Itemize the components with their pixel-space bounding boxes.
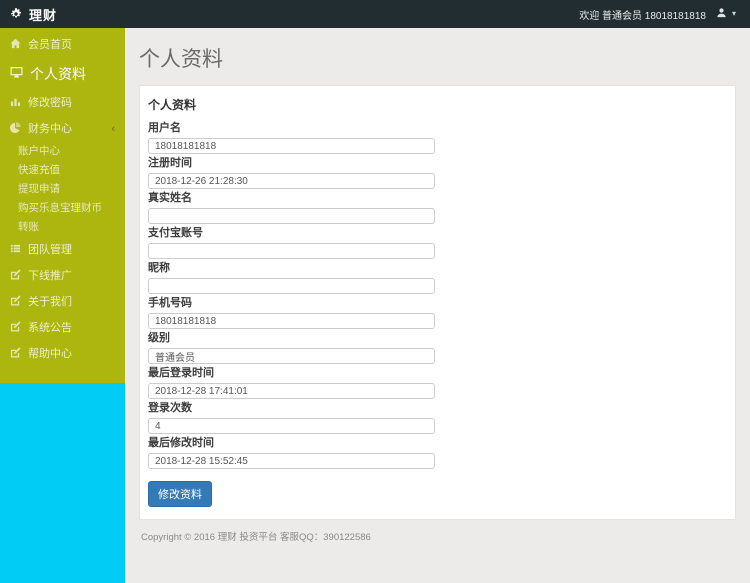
sidebar-subitem-account-center[interactable]: 账户中心	[0, 142, 125, 161]
sidebar-item-label: 快速充值	[18, 164, 60, 176]
welcome-text: 欢迎 普通会员 18018181818	[579, 10, 706, 22]
form-group-nickname: 昵称	[148, 263, 727, 294]
gear-icon	[10, 8, 22, 20]
sidebar-subitem-transfer[interactable]: 转账	[0, 218, 125, 237]
sidebar-item-label: 提现申请	[18, 183, 60, 195]
last-modified-time-field[interactable]	[148, 453, 435, 469]
sidebar-item-about-us[interactable]: 关于我们	[0, 289, 125, 315]
desktop-icon	[10, 66, 23, 82]
real-name-field[interactable]	[148, 208, 435, 224]
sidebar: 会员首页 个人资料 修改密码 财务中心 ‹ 账户中心 快速充值 提现申请 购买乐…	[0, 28, 125, 583]
sidebar-item-member-home[interactable]: 会员首页	[0, 32, 125, 58]
main-content: 个人资料 个人资料 用户名 注册时间 真实姓名 支付宝账号 昵称 手机号码 级	[125, 28, 750, 583]
sidebar-subitem-quick-recharge[interactable]: 快速充值	[0, 161, 125, 180]
field-label: 手机号码	[148, 297, 192, 309]
topbar: 理财 欢迎 普通会员 18018181818 ▾	[0, 0, 750, 28]
brand-label: 理财	[29, 7, 58, 23]
alipay-account-field[interactable]	[148, 243, 435, 259]
pie-chart-icon	[10, 122, 21, 136]
user-menu[interactable]: ▾	[716, 7, 736, 21]
form-group-phone-number: 手机号码	[148, 298, 727, 329]
angle-left-icon: ‹	[111, 123, 115, 135]
panel-title: 个人资料	[148, 98, 197, 112]
list-icon	[10, 243, 21, 257]
form-group-member-level: 级别	[148, 333, 727, 364]
form-group-login-count: 登录次数	[148, 403, 727, 434]
field-label: 昵称	[148, 262, 170, 274]
modify-profile-button[interactable]: 修改资料	[148, 481, 212, 507]
sidebar-item-label: 财务中心	[28, 123, 72, 135]
nickname-field[interactable]	[148, 278, 435, 294]
field-label: 级别	[148, 332, 170, 344]
sidebar-menu: 会员首页 个人资料 修改密码 财务中心 ‹ 账户中心 快速充值 提现申请 购买乐…	[0, 28, 125, 383]
register-time-field[interactable]	[148, 173, 435, 189]
caret-down-icon: ▾	[731, 9, 736, 18]
field-label: 用户名	[148, 122, 181, 134]
form-group-last-modified-time: 最后修改时间	[148, 438, 727, 469]
brand[interactable]: 理财	[0, 0, 67, 28]
edit-icon	[10, 347, 21, 361]
sidebar-item-label: 系统公告	[28, 322, 72, 334]
username-field[interactable]	[148, 138, 435, 154]
field-label: 注册时间	[148, 157, 192, 169]
field-label: 最后修改时间	[148, 437, 214, 449]
sidebar-item-label: 账户中心	[18, 145, 60, 157]
finance-submenu: 账户中心 快速充值 提现申请 购买乐息宝理财币 转账	[0, 142, 125, 237]
sidebar-item-label: 下线推广	[28, 270, 72, 282]
form-group-username: 用户名	[148, 123, 727, 154]
field-label: 真实姓名	[148, 192, 192, 204]
sidebar-item-label: 帮助中心	[28, 348, 72, 360]
footer-text: Copyright © 2016 理财 投资平台 客服QQ：390122586	[141, 532, 371, 543]
edit-icon	[10, 295, 21, 309]
form-group-register-time: 注册时间	[148, 158, 727, 189]
form-group-alipay-account: 支付宝账号	[148, 228, 727, 259]
sidebar-item-profile[interactable]: 个人资料	[0, 58, 125, 90]
sidebar-item-system-announcements[interactable]: 系统公告	[0, 315, 125, 341]
sidebar-item-label: 团队管理	[28, 244, 72, 256]
last-login-time-field[interactable]	[148, 383, 435, 399]
sidebar-subitem-buy-wealth-coin[interactable]: 购买乐息宝理财币	[0, 199, 125, 218]
form-group-last-login-time: 最后登录时间	[148, 368, 727, 399]
profile-panel: 个人资料 用户名 注册时间 真实姓名 支付宝账号 昵称 手机号码 级别	[139, 85, 736, 520]
sidebar-item-label: 个人资料	[30, 65, 86, 82]
sidebar-item-label: 购买乐息宝理财币	[18, 202, 102, 214]
sidebar-item-label: 修改密码	[28, 97, 72, 109]
field-label: 登录次数	[148, 402, 192, 414]
sidebar-item-label: 关于我们	[28, 296, 72, 308]
sidebar-subitem-withdraw-request[interactable]: 提现申请	[0, 180, 125, 199]
sidebar-item-downline-promotion[interactable]: 下线推广	[0, 263, 125, 289]
login-count-field[interactable]	[148, 418, 435, 434]
page-title: 个人资料	[139, 48, 223, 71]
user-icon	[716, 7, 727, 21]
sidebar-item-team-management[interactable]: 团队管理	[0, 237, 125, 263]
field-label: 支付宝账号	[148, 227, 203, 239]
sidebar-item-label: 转账	[18, 221, 39, 233]
phone-number-field[interactable]	[148, 313, 435, 329]
sidebar-item-finance-center[interactable]: 财务中心 ‹	[0, 116, 125, 142]
home-icon	[10, 38, 21, 52]
sidebar-item-change-password[interactable]: 修改密码	[0, 90, 125, 116]
bar-chart-icon	[10, 96, 21, 110]
edit-icon	[10, 321, 21, 335]
edit-icon	[10, 269, 21, 283]
sidebar-item-help-center[interactable]: 帮助中心	[0, 341, 125, 367]
member-level-field[interactable]	[148, 348, 435, 364]
sidebar-item-label: 会员首页	[28, 39, 72, 51]
form-group-real-name: 真实姓名	[148, 193, 727, 224]
field-label: 最后登录时间	[148, 367, 214, 379]
